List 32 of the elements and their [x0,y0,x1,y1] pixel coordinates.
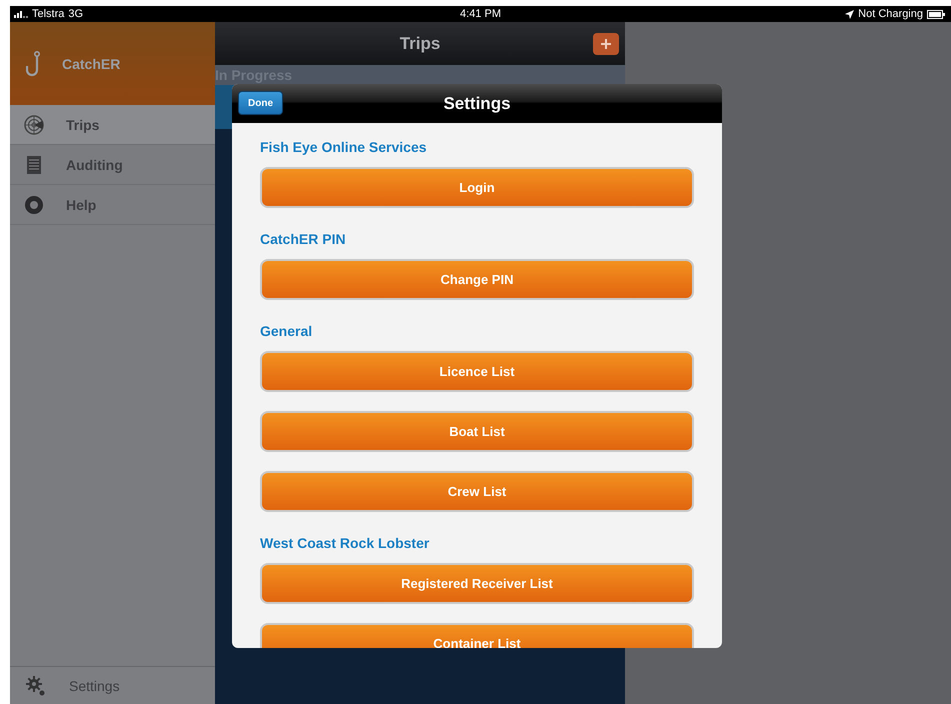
carrier-label: Telstra [32,8,64,20]
section-heading: Fish Eye Online Services [260,139,428,157]
battery-icon [927,10,945,18]
panel-title: Trips [400,34,440,54]
settings-button[interactable]: Login [260,167,694,208]
network-label: 3G [68,8,84,20]
add-button[interactable] [593,33,619,55]
signal-icon [14,10,28,18]
sidebar-item[interactable]: Auditing [10,145,215,185]
sidebar-item[interactable]: Trips [10,105,215,145]
section-heading: West Coast Rock Lobster [260,535,430,553]
settings-button[interactable]: Container List [260,623,694,648]
dialog-title: Settings [443,94,511,114]
radar-icon [24,114,44,134]
settings-button[interactable]: Change PIN [260,259,694,300]
sidebar-item[interactable]: Help [10,185,215,225]
location-arrow-icon [845,10,854,18]
hook-icon [26,50,42,76]
clock: 4:41 PM [459,8,502,20]
settings-button[interactable]: Registered Receiver List [260,563,694,604]
document-icon [24,154,44,174]
settings-button[interactable]: Licence List [260,351,694,392]
app-name: CatchER [62,56,120,72]
battery-status: Not Charging [858,8,923,20]
section-heading: General [260,323,314,341]
done-button[interactable]: Done [238,91,283,115]
gear-icon [25,674,47,696]
section-heading: CatchER PIN [260,231,347,249]
settings-button[interactable]: Boat List [260,411,694,452]
settings-button[interactable]: Crew List [260,471,694,512]
lifebuoy-icon [24,194,44,214]
plus-icon [601,39,611,49]
